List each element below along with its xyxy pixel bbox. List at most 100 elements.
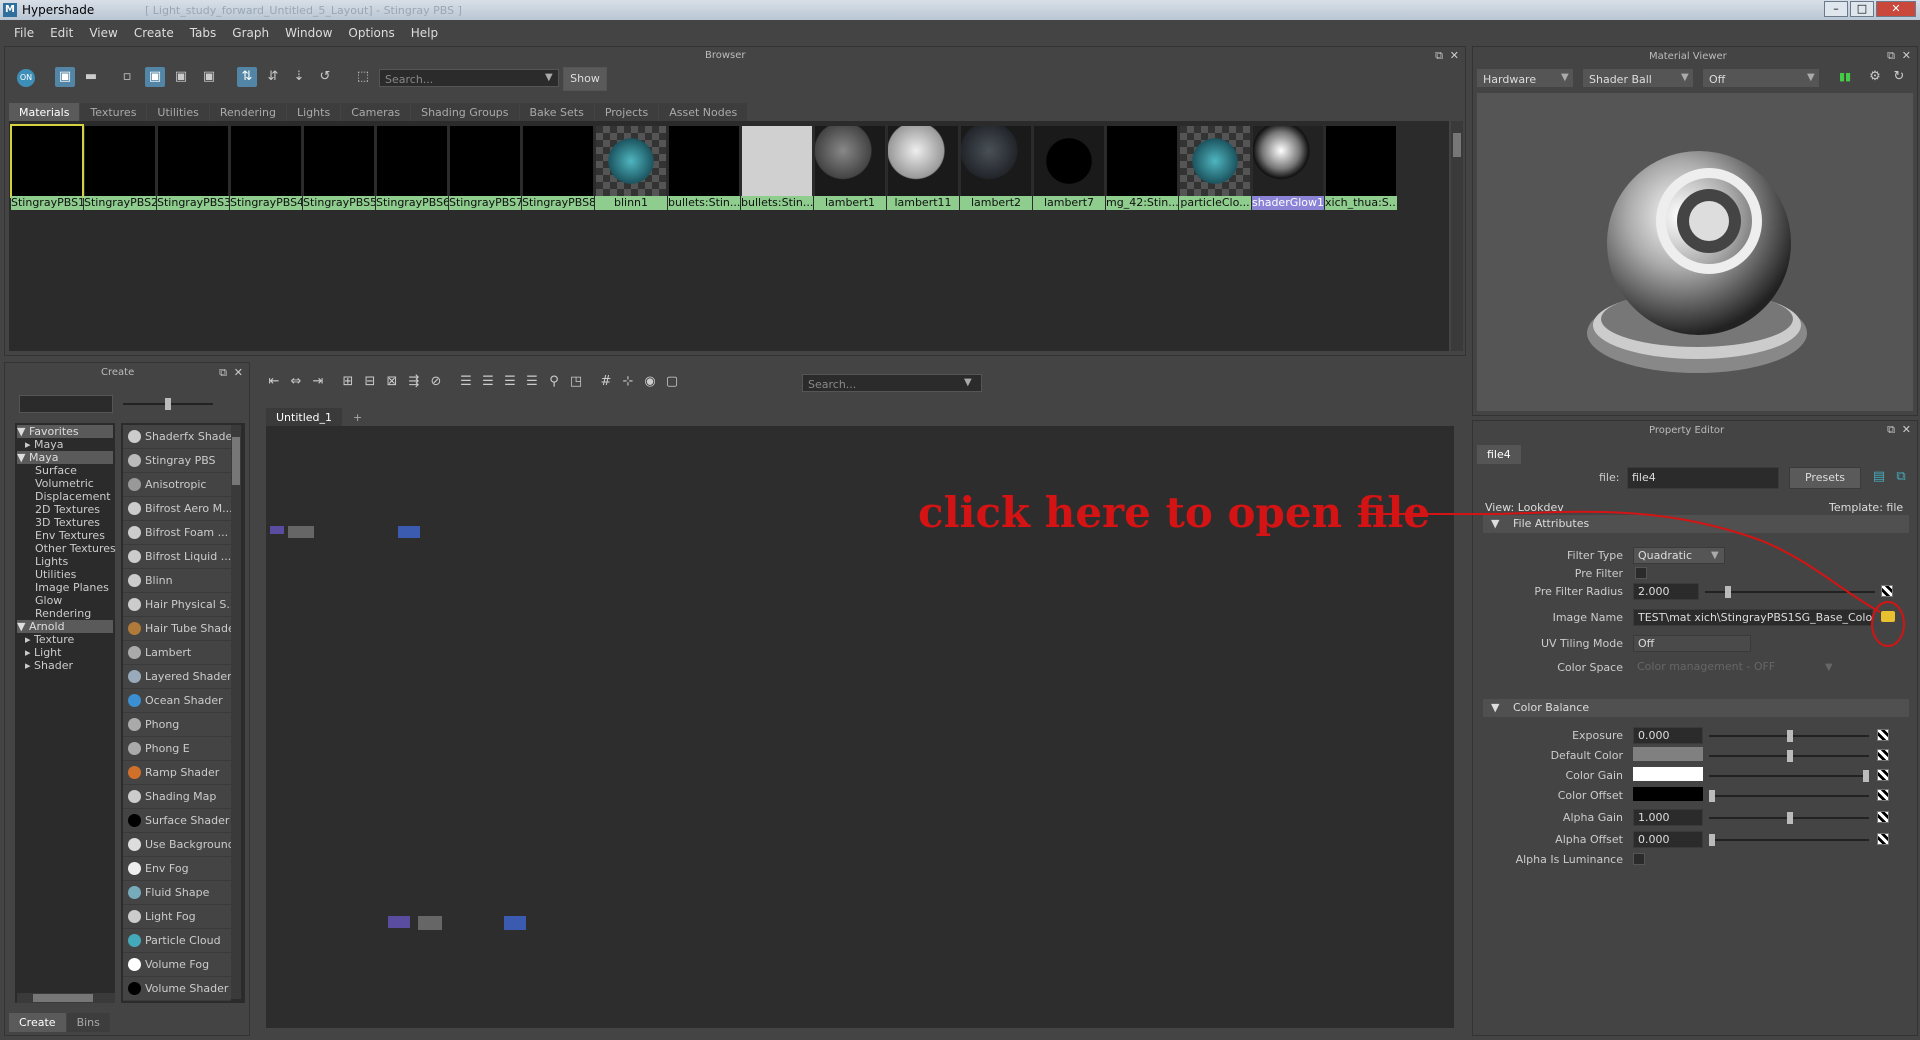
- xlarge-icons-icon[interactable]: ▣: [199, 67, 219, 87]
- create-node-item[interactable]: Volume Shader: [123, 977, 231, 1001]
- tree-item[interactable]: Lights: [17, 555, 113, 568]
- graph-node[interactable]: [504, 916, 526, 930]
- swatch-view-icon[interactable]: ▣: [55, 67, 75, 87]
- focus-icon[interactable]: ▤: [1869, 467, 1889, 487]
- tab-shading-groups[interactable]: Shading Groups: [411, 103, 519, 122]
- create-node-item[interactable]: Layered Shader: [123, 665, 232, 689]
- graph-node[interactable]: [418, 916, 442, 930]
- frame-selection-icon[interactable]: ⊟: [360, 372, 380, 392]
- map-button-icon[interactable]: [1877, 729, 1889, 741]
- create-node-item[interactable]: Hair Tube Shader: [123, 617, 239, 641]
- frame-all-icon[interactable]: ⊞: [338, 372, 358, 392]
- grid-icon[interactable]: #: [596, 372, 616, 392]
- close-panel-icon[interactable]: ✕: [1902, 49, 1911, 62]
- graph-layout-icon[interactable]: ⊠: [382, 372, 402, 392]
- map-button-icon[interactable]: [1877, 789, 1889, 801]
- tab-create[interactable]: Create: [9, 1013, 66, 1032]
- large-icons-icon[interactable]: ▣: [171, 67, 191, 87]
- create-node-item[interactable]: Fluid Shape: [123, 881, 231, 905]
- graph-rearrange-icon[interactable]: ⇶: [404, 372, 424, 392]
- material-swatch[interactable]: xich_thua:S...: [1325, 125, 1397, 211]
- close-panel-icon[interactable]: ✕: [1450, 49, 1459, 62]
- render-icon[interactable]: ▮▮: [1835, 67, 1855, 87]
- default-color-slider[interactable]: [1709, 750, 1869, 762]
- material-swatch[interactable]: shaderGlow1: [1252, 125, 1324, 211]
- tab-rendering[interactable]: Rendering: [209, 103, 286, 122]
- simple-mode-icon[interactable]: ☰: [456, 372, 476, 392]
- tree-item[interactable]: ▼ Maya: [17, 451, 113, 464]
- tree-item[interactable]: Other Textures: [17, 542, 116, 555]
- zoom-icon[interactable]: ⚲: [544, 372, 564, 392]
- create-node-item[interactable]: Lambert: [123, 641, 231, 665]
- on-toggle-icon[interactable]: ON: [17, 69, 35, 87]
- tree-item[interactable]: Image Planes: [17, 581, 113, 594]
- input-connections-icon[interactable]: ⇤: [264, 372, 284, 392]
- tree-item[interactable]: Rendering: [17, 607, 113, 620]
- material-swatch[interactable]: StingrayPBS1: [10, 124, 84, 211]
- presets-button[interactable]: Presets: [1789, 467, 1861, 489]
- frame-icon[interactable]: ◳: [566, 372, 586, 392]
- chevron-down-icon[interactable]: ▼: [1561, 72, 1569, 83]
- sort-reverse-icon[interactable]: ↺: [315, 67, 335, 87]
- output-connections-icon[interactable]: ⇥: [308, 372, 328, 392]
- alpha-gain-slider[interactable]: [1709, 812, 1869, 824]
- material-swatch[interactable]: bullets:Stin...: [741, 125, 813, 211]
- copy-tab-icon[interactable]: ⧉: [1891, 467, 1911, 487]
- map-button-icon[interactable]: [1877, 833, 1889, 845]
- create-node-item[interactable]: Stingray PBS: [123, 449, 231, 473]
- browser-scrollbar[interactable]: [1451, 121, 1463, 351]
- tab-cameras[interactable]: Cameras: [341, 103, 411, 122]
- float-panel-icon[interactable]: ⧉: [219, 366, 227, 380]
- graph-node[interactable]: [270, 526, 284, 534]
- create-node-item[interactable]: Shading Map: [123, 785, 231, 809]
- menu-help[interactable]: Help: [403, 26, 446, 40]
- tab-asset-nodes[interactable]: Asset Nodes: [659, 103, 748, 122]
- tab-bake-sets[interactable]: Bake Sets: [519, 103, 594, 122]
- chevron-down-icon[interactable]: ▼: [545, 72, 553, 83]
- tree-item[interactable]: Surface: [17, 464, 113, 477]
- chevron-down-icon[interactable]: ▼: [964, 377, 972, 388]
- add-tab-button[interactable]: +: [343, 408, 373, 427]
- settings-icon[interactable]: ⚙: [1865, 67, 1885, 87]
- input-output-icon[interactable]: ⇔: [286, 372, 306, 392]
- create-node-item[interactable]: Env Fog: [123, 857, 231, 881]
- material-swatch[interactable]: mg_42:Stin...: [1106, 125, 1178, 211]
- create-node-item[interactable]: Hair Physical S...: [123, 593, 237, 617]
- exposure-field[interactable]: 0.000: [1633, 727, 1703, 744]
- medium-icons-icon[interactable]: ▣: [145, 67, 165, 87]
- node-list-scrollbar[interactable]: [231, 425, 241, 999]
- chevron-down-icon[interactable]: ▼: [1681, 72, 1689, 83]
- create-node-item[interactable]: Bifrost Foam ...: [123, 521, 231, 545]
- create-node-item[interactable]: Blinn: [123, 569, 231, 593]
- minimize-button[interactable]: –: [1824, 1, 1848, 17]
- material-swatch[interactable]: lambert2: [960, 125, 1032, 211]
- camera-icon[interactable]: ◉: [640, 372, 660, 392]
- float-panel-icon[interactable]: ⧉: [1887, 49, 1895, 63]
- color-offset-swatch[interactable]: [1633, 787, 1703, 801]
- alpha-offset-slider[interactable]: [1709, 834, 1869, 846]
- tree-item[interactable]: Volumetric: [17, 477, 113, 490]
- menu-file[interactable]: File: [6, 26, 42, 40]
- clear-graph-icon[interactable]: ⊘: [426, 372, 446, 392]
- material-swatch[interactable]: lambert7: [1033, 125, 1105, 211]
- create-node-item[interactable]: Phong E: [123, 737, 231, 761]
- material-swatch[interactable]: lambert11: [887, 125, 959, 211]
- close-panel-icon[interactable]: ✕: [234, 366, 243, 379]
- select-filter-icon[interactable]: ⬚: [353, 67, 373, 87]
- create-node-item[interactable]: Use Background: [123, 833, 235, 857]
- tree-item[interactable]: 2D Textures: [17, 503, 113, 516]
- float-panel-icon[interactable]: ⧉: [1435, 49, 1443, 63]
- color-gain-slider[interactable]: [1709, 770, 1869, 782]
- material-swatch[interactable]: StingrayPBS3: [157, 125, 229, 211]
- create-node-item[interactable]: Ramp Shader: [123, 761, 231, 785]
- browser-search-input[interactable]: Search...: [379, 69, 559, 87]
- float-panel-icon[interactable]: ⧉: [1887, 423, 1895, 437]
- graph-search-input[interactable]: Search...: [802, 374, 982, 392]
- sort-type-icon[interactable]: ⇵: [263, 67, 283, 87]
- color-balance-section[interactable]: ▼ Color Balance: [1483, 699, 1909, 717]
- tree-item[interactable]: ▸ Shader: [17, 659, 113, 672]
- create-node-item[interactable]: Light Fog: [123, 905, 231, 929]
- geometry-select[interactable]: Shader Ball: [1583, 69, 1693, 87]
- sort-time-icon[interactable]: ⇣: [289, 67, 309, 87]
- chevron-down-icon[interactable]: ▼: [1807, 72, 1815, 83]
